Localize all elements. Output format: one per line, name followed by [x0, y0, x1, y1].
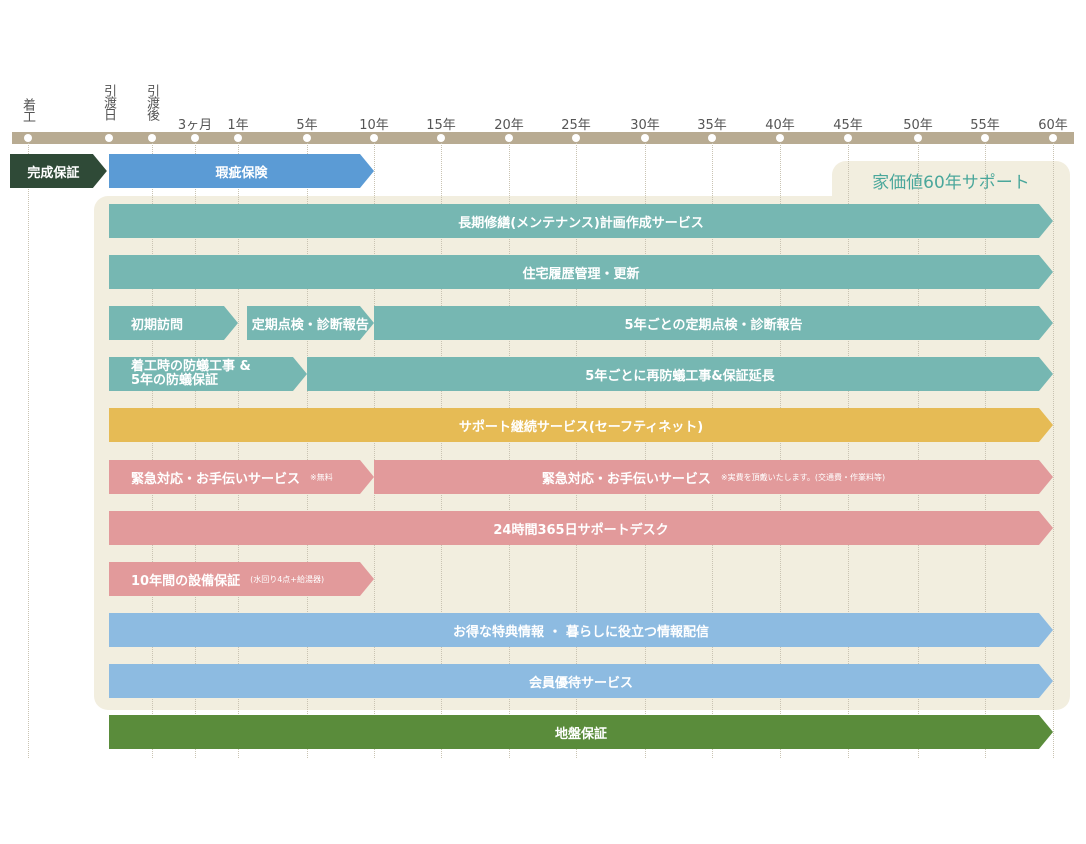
gridline	[1053, 143, 1054, 758]
ground-guarantee-bar: 地盤保証	[109, 715, 1053, 749]
axis-tick-dot	[708, 134, 716, 142]
bar-label: 緊急対応・お手伝いサービス	[541, 471, 711, 487]
axis-tick-label: 45年	[833, 118, 863, 133]
axis-tick-label: 35年	[697, 118, 727, 133]
gridline	[28, 143, 29, 758]
bar-label: サポート継続サービス(セーフティネット)	[458, 419, 704, 435]
bar-note: ※無料	[310, 472, 333, 482]
axis-tick-dot	[370, 134, 378, 142]
axis-tick-label: 引渡後	[144, 84, 159, 120]
axis-tick-dot	[844, 134, 852, 142]
bar-label: 着工時の防蟻工事 &	[131, 359, 251, 374]
axis-tick-label: 55年	[970, 118, 1000, 133]
long-term-repair-plan-bar: 長期修繕(メンテナンス)計画作成サービス	[109, 204, 1053, 238]
support-title: 家価値60年サポート	[872, 173, 1030, 193]
termite-initial-bar: 着工時の防蟻工事 & 5年の防蟻保証	[109, 357, 307, 391]
bar-note: ※実費を頂戴いたします。(交通費・作業料等)	[720, 472, 886, 482]
axis-tick-dot	[191, 134, 199, 142]
axis-tick-dot	[505, 134, 513, 142]
axis-tick-label: 3ヶ月	[177, 118, 213, 133]
axis-tick-dot	[105, 134, 113, 142]
bar-label: 定期点検・診断報告	[251, 317, 369, 333]
axis-tick-dot	[981, 134, 989, 142]
completion-guarantee-bar: 完成保証	[10, 154, 107, 188]
periodic-inspection-bar: 定期点検・診断報告	[247, 306, 374, 340]
axis-tick-dot	[437, 134, 445, 142]
housing-history-bar: 住宅履歴管理・更新	[109, 255, 1053, 289]
axis-tick-dot	[641, 134, 649, 142]
bar-label: お得な特典情報 ・ 暮らしに役立つ情報配信	[452, 624, 710, 640]
axis-tick-dot	[914, 134, 922, 142]
bar-label: 地盤保証	[554, 726, 607, 742]
benefit-info-bar: お得な特典情報 ・ 暮らしに役立つ情報配信	[109, 613, 1053, 647]
bar-label: 住宅履歴管理・更新	[522, 266, 640, 282]
axis-tick-dot	[303, 134, 311, 142]
axis-tick-label: 1年	[227, 118, 249, 133]
bar-label: 初期訪問	[131, 317, 184, 333]
axis-tick-dot	[148, 134, 156, 142]
axis-tick-label: 20年	[494, 118, 524, 133]
bar-label: 完成保証	[27, 165, 80, 181]
bar-label: 5年ごとの定期点検・診断報告	[624, 317, 803, 333]
axis-tick-label: 10年	[359, 118, 389, 133]
termite-renewal-bar: 5年ごとに再防蟻工事&保証延長	[307, 357, 1053, 391]
timeline-diagram: 家価値60年サポート 着工 引渡日 引渡後 3ヶ月 1年 5年 10年 15年 20年 25年 30…	[0, 0, 1086, 844]
five-year-inspection-bar: 5年ごとの定期点検・診断報告	[374, 306, 1053, 340]
axis-tick-label: 25年	[561, 118, 591, 133]
bar-label-line2: 5年の防蟻保証	[131, 373, 219, 388]
axis-tick-dot	[776, 134, 784, 142]
support-continuation-bar: サポート継続サービス(セーフティネット)	[109, 408, 1053, 442]
bar-label: 長期修繕(メンテナンス)計画作成サービス	[458, 215, 704, 231]
support-desk-bar: 24時間365日サポートデスク	[109, 511, 1053, 545]
axis-tick-label: 30年	[630, 118, 660, 133]
initial-visit-bar: 初期訪問	[109, 306, 238, 340]
axis-tick-label: 50年	[903, 118, 933, 133]
bar-label: 緊急対応・お手伝いサービス	[131, 471, 301, 487]
bar-note: (水回り4点+給湯器)	[250, 574, 325, 584]
bar-label: 5年ごとに再防蟻工事&保証延長	[585, 368, 775, 384]
emergency-paid-bar: 緊急対応・お手伝いサービス ※実費を頂戴いたします。(交通費・作業料等)	[374, 460, 1053, 494]
bar-label: 24時間365日サポートデスク	[493, 522, 669, 538]
defect-insurance-bar: 瑕疵保険	[109, 154, 374, 188]
bar-label: 会員優待サービス	[528, 675, 633, 691]
emergency-free-bar: 緊急対応・お手伝いサービス ※無料	[109, 460, 374, 494]
axis-tick-label: 60年	[1038, 118, 1068, 133]
bar-label: 瑕疵保険	[215, 165, 268, 181]
axis-tick-dot	[234, 134, 242, 142]
axis-tick-label: 着工	[20, 98, 35, 122]
axis-tick-dot	[1049, 134, 1057, 142]
axis-tick-dot	[572, 134, 580, 142]
equipment-guarantee-bar: 10年間の設備保証 (水回り4点+給湯器)	[109, 562, 374, 596]
axis-tick-label: 40年	[765, 118, 795, 133]
axis-tick-label: 15年	[426, 118, 456, 133]
member-service-bar: 会員優待サービス	[109, 664, 1053, 698]
axis-tick-label: 5年	[296, 118, 318, 133]
bar-label: 10年間の設備保証	[131, 573, 241, 589]
axis-tick-label: 引渡日	[101, 84, 116, 120]
axis-tick-dot	[24, 134, 32, 142]
